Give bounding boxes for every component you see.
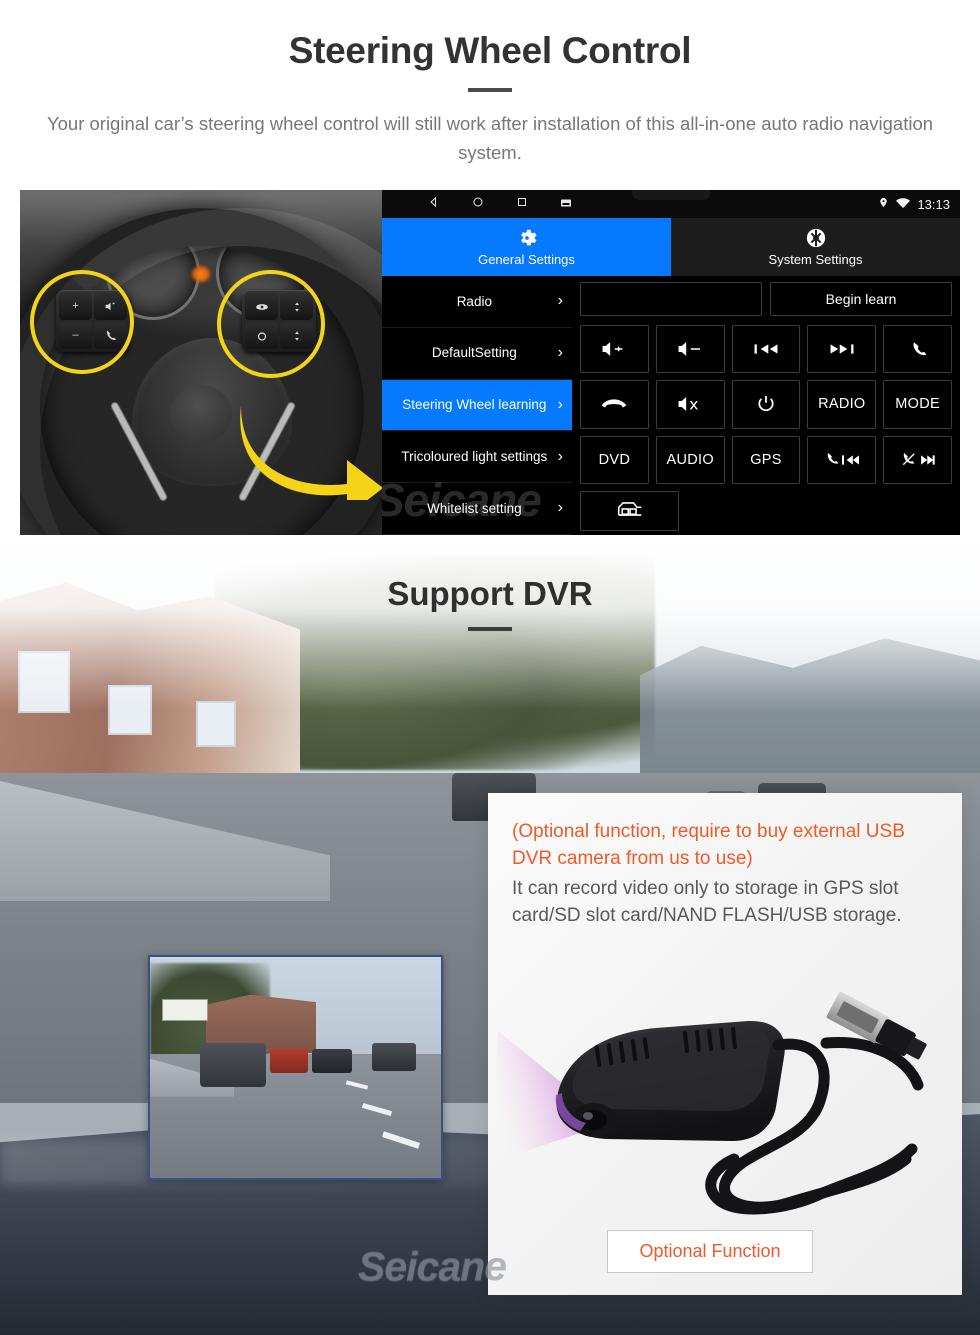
key-previous-track[interactable]	[731, 325, 801, 374]
android-status-bar: 13:13	[382, 190, 960, 218]
wifi-icon	[896, 197, 911, 212]
highlight-circle-right	[217, 270, 325, 378]
page-subtitle: Your original car’s steering wheel contr…	[46, 113, 934, 163]
key-volume-up[interactable]	[580, 325, 649, 374]
menu-item-steering-wheel-learning[interactable]: Steering Wheel learning ›	[382, 379, 572, 432]
key-phone-hangup[interactable]	[580, 380, 649, 429]
android-head-unit-screenshot: 13:13 General Settings System Settings R…	[382, 190, 960, 535]
key-phone-end-next[interactable]	[883, 435, 952, 484]
preview-sign	[162, 999, 208, 1021]
recents-square-icon[interactable]	[516, 195, 528, 213]
learn-status-input[interactable]	[580, 282, 762, 316]
key-dvd[interactable]: DVD	[580, 435, 649, 484]
page-title: Steering Wheel Control	[288, 30, 692, 71]
dvr-camera-product-image	[488, 973, 962, 1223]
back-triangle-icon[interactable]	[428, 195, 440, 213]
chevron-right-icon: ›	[557, 344, 563, 361]
key-audio[interactable]: AUDIO	[655, 435, 725, 484]
airbag-cover	[170, 385, 232, 443]
key-phone-previous[interactable]	[807, 435, 877, 484]
pointing-arrow	[235, 390, 382, 516]
dvr-optional-note: (Optional function, require to buy exter…	[512, 821, 905, 869]
status-bar-clock: 13:13	[917, 196, 950, 212]
optional-function-button[interactable]: Optional Function	[607, 1230, 813, 1273]
preview-car-red	[270, 1049, 308, 1073]
chevron-right-icon: ›	[557, 447, 563, 465]
key-radio[interactable]: RADIO	[807, 380, 877, 429]
status-bar-notch	[632, 190, 710, 200]
steering-key-grid: RADIO MODE DVD AUDIO GPS	[580, 325, 952, 484]
location-pin-icon	[878, 196, 889, 212]
tab-system-settings[interactable]: System Settings	[671, 218, 960, 276]
menu-item-tricoloured-light-settings[interactable]: Tricoloured light settings ›	[382, 431, 572, 484]
dvr-storage-note: It can record video only to storage in G…	[512, 877, 902, 926]
key-phone-answer[interactable]	[883, 325, 952, 374]
chevron-right-icon: ›	[557, 395, 563, 413]
dvr-title-block: Support DVR	[0, 575, 980, 631]
key-next-track[interactable]	[807, 325, 877, 374]
menu-item-default-setting[interactable]: DefaultSetting ›	[382, 328, 572, 380]
gear-icon	[516, 227, 538, 249]
car-icon-button[interactable]	[580, 491, 679, 531]
steering-wheel-header: Steering Wheel Control Your original car…	[0, 0, 980, 168]
system-logo-icon	[805, 227, 827, 249]
dvr-title: Support DVR	[387, 575, 593, 612]
key-gps[interactable]: GPS	[731, 435, 801, 484]
tab-general-settings-label: General Settings	[478, 252, 575, 267]
steering-wheel-media-strip: + – 13:13 General Settings System Settin…	[20, 190, 960, 535]
screenshot-icon[interactable]	[560, 195, 572, 213]
settings-tabs: General Settings System Settings	[382, 218, 960, 276]
key-mode[interactable]: MODE	[883, 380, 952, 429]
settings-menu-list: Radio › DefaultSetting › Steering Wheel …	[382, 276, 572, 535]
highlight-circle-left	[30, 270, 134, 374]
menu-item-steering-wheel-learning-label: Steering Wheel learning	[402, 397, 547, 413]
steering-wheel-learn-area: Begin learn RADIO MODE DVD AUDIO GPS	[572, 276, 960, 535]
preview-car-dark	[312, 1049, 352, 1073]
steering-wheel-photo: + –	[20, 190, 382, 535]
dvr-preview-thumbnail	[148, 955, 443, 1180]
key-volume-down[interactable]	[655, 325, 725, 374]
preview-car-right	[372, 1043, 416, 1071]
settings-body: Radio › DefaultSetting › Steering Wheel …	[382, 276, 960, 535]
menu-item-whitelist-setting-label: Whitelist setting	[427, 500, 522, 516]
menu-item-default-setting-label: DefaultSetting	[431, 345, 517, 361]
chevron-right-icon: ›	[557, 292, 563, 310]
begin-learn-button[interactable]: Begin learn	[770, 282, 952, 316]
dvr-info-card: (Optional function, require to buy exter…	[488, 793, 962, 1295]
home-circle-icon[interactable]	[472, 195, 484, 213]
car-button-row	[580, 491, 952, 531]
status-bar-indicators: 13:13	[878, 196, 950, 212]
android-nav-buttons[interactable]	[428, 195, 572, 213]
title-divider	[468, 88, 512, 93]
learn-top-row: Begin learn	[580, 282, 952, 316]
menu-item-whitelist-setting[interactable]: Whitelist setting ›	[382, 483, 572, 535]
key-power[interactable]	[731, 380, 801, 429]
menu-item-tricoloured-light-settings-label: Tricoloured light settings	[401, 449, 548, 465]
car-icon	[617, 499, 643, 524]
preview-car-suv	[200, 1043, 266, 1087]
menu-item-radio-label: Radio	[456, 293, 492, 309]
chevron-right-icon: ›	[557, 499, 563, 517]
key-mute[interactable]	[655, 380, 725, 429]
tab-general-settings[interactable]: General Settings	[382, 218, 671, 276]
tab-system-settings-label: System Settings	[768, 252, 863, 267]
dvr-title-divider	[468, 627, 512, 631]
menu-item-radio[interactable]: Radio ›	[382, 276, 572, 328]
